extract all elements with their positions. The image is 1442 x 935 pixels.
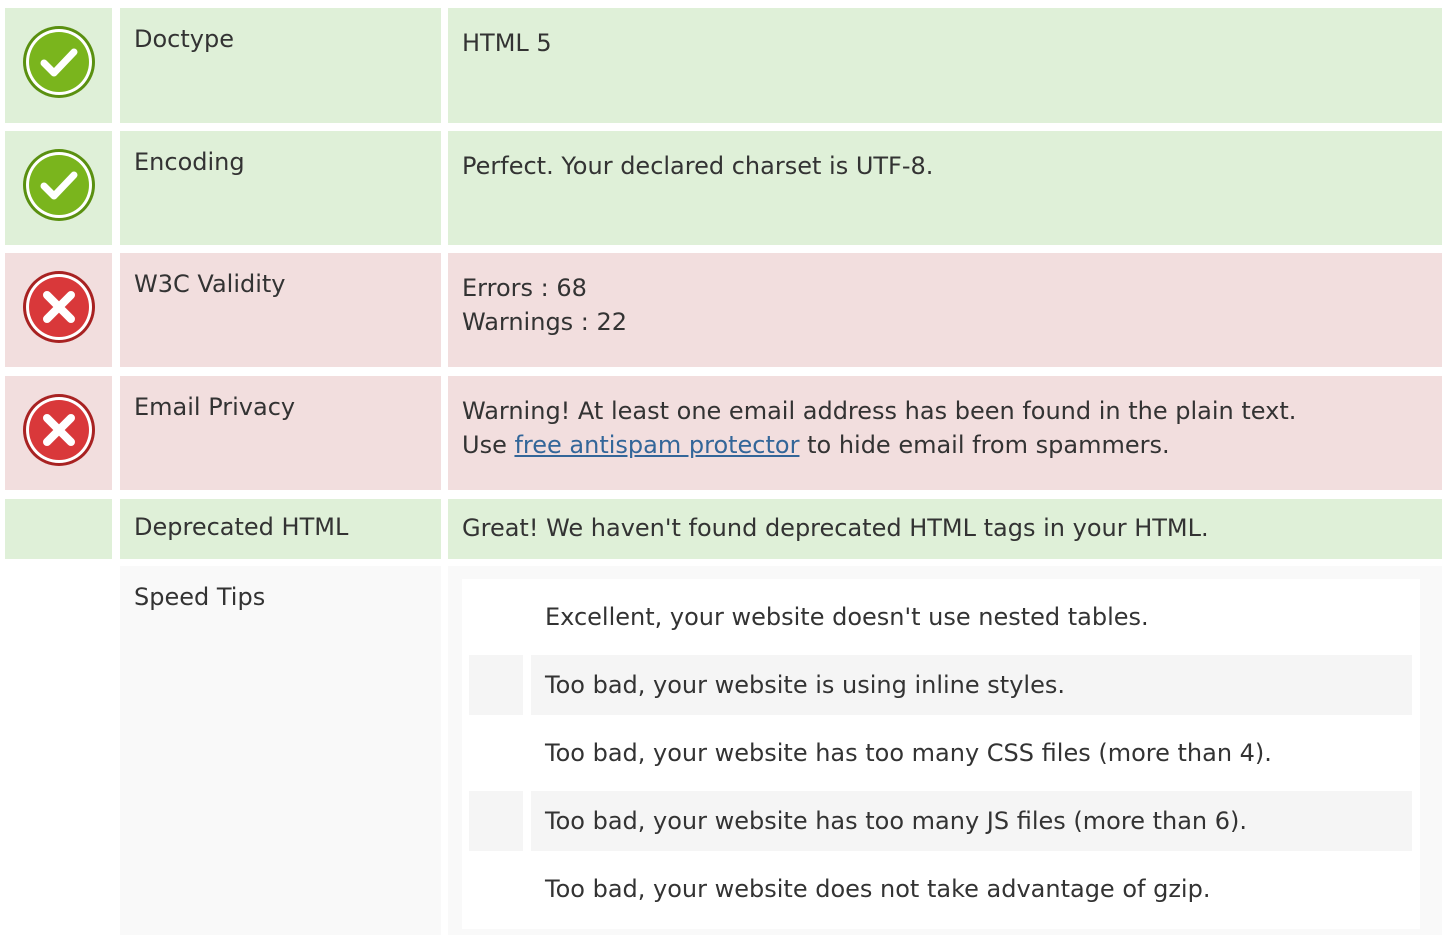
- tip-text: Too bad, your website does not take adva…: [545, 875, 1211, 903]
- row-deprecated-html: Deprecated HTML Great! We haven't found …: [5, 499, 1442, 559]
- tip-text: Too bad, your website is using inline st…: [531, 655, 1412, 715]
- row-w3c-validity: W3C Validity Errors : 68 Warnings : 22: [5, 253, 1442, 367]
- row-label: Deprecated HTML: [120, 499, 441, 559]
- check-circle-icon: [21, 24, 97, 100]
- row-email-privacy: Email Privacy Warning! At least one emai…: [5, 376, 1442, 490]
- list-item: Too bad, your website has too many JS fi…: [462, 791, 1420, 851]
- row-value: HTML 5: [462, 29, 552, 57]
- row-label: W3C Validity: [120, 253, 441, 367]
- row-doctype: Doctype HTML 5: [5, 8, 1442, 123]
- tip-text: Too bad, your website has too many JS fi…: [531, 791, 1412, 851]
- x-circle-icon: [21, 392, 97, 468]
- email-advice-text: Use free antispam protector to hide emai…: [462, 431, 1170, 459]
- row-label: Doctype: [120, 8, 441, 123]
- row-speed-tips: Speed Tips Excellent, your website doesn…: [5, 566, 1442, 935]
- row-label: Encoding: [120, 131, 441, 245]
- speed-tips-list: Excellent, your website doesn't use nest…: [462, 579, 1420, 929]
- row-encoding: Encoding Perfect. Your declared charset …: [5, 131, 1442, 245]
- list-item: Too bad, your website has too many CSS f…: [462, 723, 1420, 783]
- row-label: Speed Tips: [120, 566, 441, 935]
- errors-count: Errors : 68: [462, 274, 587, 302]
- list-item: Excellent, your website doesn't use nest…: [462, 587, 1420, 647]
- row-value: Great! We haven't found deprecated HTML …: [462, 514, 1209, 542]
- list-item: Too bad, your website does not take adva…: [462, 859, 1420, 919]
- tip-text: Excellent, your website doesn't use nest…: [545, 603, 1149, 631]
- seo-report-table: Doctype HTML 5 Encoding Perfect. Your de…: [0, 0, 1442, 935]
- row-value: Perfect. Your declared charset is UTF-8.: [462, 152, 934, 180]
- check-circle-icon: [21, 147, 97, 223]
- antispam-protector-link[interactable]: free antispam protector: [514, 431, 799, 459]
- list-item: Too bad, your website is using inline st…: [462, 655, 1420, 715]
- row-label: Email Privacy: [120, 376, 441, 490]
- tip-text: Too bad, your website has too many CSS f…: [545, 739, 1272, 767]
- warnings-count: Warnings : 22: [462, 308, 628, 336]
- email-warning-text: Warning! At least one email address has …: [462, 397, 1297, 425]
- x-circle-icon: [21, 269, 97, 345]
